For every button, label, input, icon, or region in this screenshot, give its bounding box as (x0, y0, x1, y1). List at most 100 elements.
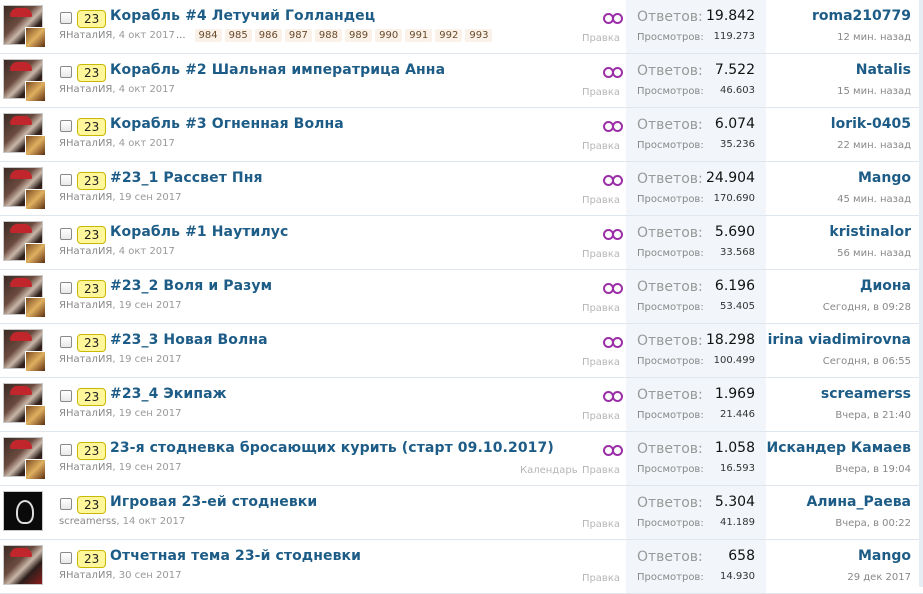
thread-checkbox[interactable] (60, 498, 72, 510)
last-poster-link[interactable]: Искандер Камаев (767, 440, 911, 456)
thread-title-link[interactable]: #23_4 Экипаж (110, 386, 227, 402)
edit-link[interactable]: Правка (582, 411, 620, 422)
edit-link[interactable]: Правка (582, 141, 620, 152)
thread-title-link[interactable]: 23-я стодневка бросающих курить (старт 0… (110, 440, 554, 456)
last-post-time-link[interactable]: Сегодня, в 06:55 (823, 356, 911, 367)
last-post-time-link[interactable]: Вчера, в 00:22 (835, 518, 911, 529)
last-poster-link[interactable]: Natalis (856, 62, 911, 78)
page-link[interactable]: 985 (224, 29, 252, 42)
last-poster-link[interactable]: Mango (858, 548, 911, 564)
thread-author-link[interactable]: ЯНаталИЯ (59, 138, 112, 149)
thread-title-link[interactable]: Корабль #2 Шальная императрица Анна (110, 62, 445, 78)
thread-title-link[interactable]: #23_3 Новая Волна (110, 332, 268, 348)
edit-link[interactable]: Правка (582, 519, 620, 530)
thread-prefix-badge[interactable]: 23 (77, 172, 107, 190)
page-link[interactable]: 989 (345, 29, 373, 42)
last-poster-avatar-image[interactable] (25, 27, 46, 48)
thread-title-link[interactable]: Корабль #4 Летучий Голландец (110, 8, 375, 24)
last-post-time-link[interactable]: 15 мин. назад (837, 86, 911, 97)
page-link[interactable]: 992 (435, 29, 463, 42)
thread-checkbox[interactable] (60, 552, 72, 564)
edit-link[interactable]: Правка (582, 249, 620, 260)
edit-link[interactable]: Правка (582, 33, 620, 44)
avatar[interactable] (3, 491, 45, 533)
thread-checkbox[interactable] (60, 174, 72, 186)
avatar[interactable] (3, 437, 46, 480)
thread-checkbox[interactable] (60, 336, 72, 348)
last-poster-avatar-image[interactable] (25, 135, 46, 156)
avatar[interactable] (3, 221, 46, 264)
avatar[interactable] (3, 545, 45, 587)
last-poster-avatar-image[interactable] (25, 189, 46, 210)
thread-author-link[interactable]: screamerss (59, 516, 116, 527)
last-poster-avatar-image[interactable] (25, 81, 46, 102)
last-post-time-link[interactable]: Вчера, в 21:40 (835, 410, 911, 421)
thread-checkbox[interactable] (60, 282, 72, 294)
avatar[interactable] (3, 275, 46, 318)
edit-link[interactable]: Правка (582, 87, 620, 98)
last-poster-avatar-image[interactable] (25, 297, 46, 318)
thread-checkbox[interactable] (60, 444, 72, 456)
thread-checkbox[interactable] (60, 390, 72, 402)
page-link[interactable]: 987 (284, 29, 312, 42)
avatar[interactable] (3, 59, 46, 102)
thread-author-link[interactable]: ЯНаталИЯ (59, 408, 112, 419)
last-poster-link[interactable]: lorik-0405 (831, 116, 911, 132)
last-post-time-link[interactable]: 45 мин. назад (837, 194, 911, 205)
page-link[interactable]: 986 (254, 29, 282, 42)
last-poster-avatar-image[interactable] (25, 243, 46, 264)
thread-title-link[interactable]: Корабль #3 Огненная Волна (110, 116, 344, 132)
author-avatar-image[interactable] (3, 545, 43, 585)
thread-prefix-badge[interactable]: 23 (77, 442, 107, 460)
thread-title-link[interactable]: #23_1 Рассвет Пня (110, 170, 263, 186)
thread-prefix-badge[interactable]: 23 (77, 226, 107, 244)
last-post-time-link[interactable]: 56 мин. назад (837, 248, 911, 259)
edit-link[interactable]: Правка (582, 465, 620, 476)
last-poster-avatar-image[interactable] (25, 459, 46, 480)
thread-author-link[interactable]: ЯНаталИЯ (59, 354, 112, 365)
thread-author-link[interactable]: ЯНаталИЯ (59, 84, 112, 95)
thread-checkbox[interactable] (60, 228, 72, 240)
last-poster-link[interactable]: roma210779 (812, 8, 911, 24)
last-post-time-link[interactable]: 29 дек 2017 (847, 572, 911, 583)
page-link[interactable]: 990 (375, 29, 403, 42)
last-poster-link[interactable]: irina viadimirovna (768, 332, 911, 348)
avatar[interactable] (3, 383, 46, 426)
scrollbar[interactable] (919, 0, 923, 587)
thread-checkbox[interactable] (60, 120, 72, 132)
last-poster-link[interactable]: Mango (858, 170, 911, 186)
page-link[interactable]: 988 (314, 29, 343, 42)
page-link[interactable]: 993 (465, 29, 493, 42)
author-avatar-image[interactable] (3, 491, 43, 531)
thread-prefix-badge[interactable]: 23 (77, 118, 107, 136)
thread-checkbox[interactable] (60, 66, 72, 78)
last-post-time-link[interactable]: Сегодня, в 09:28 (823, 302, 911, 313)
thread-author-link[interactable]: ЯНаталИЯ (59, 300, 112, 311)
last-poster-avatar-image[interactable] (25, 405, 46, 426)
page-link[interactable]: 991 (405, 29, 433, 42)
last-post-time-link[interactable]: Вчера, в 19:04 (835, 464, 911, 475)
thread-prefix-badge[interactable]: 23 (77, 64, 107, 82)
last-poster-link[interactable]: Алина_Раева (806, 494, 911, 510)
last-post-time-link[interactable]: 12 мин. назад (837, 32, 911, 43)
thread-author-link[interactable]: ЯНаталИЯ (59, 192, 112, 203)
thread-author-link[interactable]: ЯНаталИЯ (59, 462, 112, 473)
thread-title-link[interactable]: #23_2 Воля и Разум (110, 278, 272, 294)
thread-checkbox[interactable] (60, 12, 72, 24)
avatar[interactable] (3, 113, 46, 156)
thread-prefix-badge[interactable]: 23 (77, 496, 107, 514)
page-link[interactable]: 984 (194, 29, 222, 42)
last-poster-link[interactable]: Диона (860, 278, 911, 294)
edit-link[interactable]: Правка (582, 195, 620, 206)
thread-title-link[interactable]: Отчетная тема 23-й стодневки (110, 548, 361, 564)
last-poster-link[interactable]: kristinalor (829, 224, 911, 240)
last-post-time-link[interactable]: 22 мин. назад (837, 140, 911, 151)
avatar[interactable] (3, 167, 46, 210)
calendar-link[interactable]: Календарь (520, 465, 578, 476)
thread-author-link[interactable]: ЯНаталИЯ (59, 246, 112, 257)
avatar[interactable] (3, 5, 46, 48)
thread-prefix-badge[interactable]: 23 (77, 10, 107, 28)
thread-prefix-badge[interactable]: 23 (77, 280, 107, 298)
last-poster-link[interactable]: screamerss (821, 386, 911, 402)
avatar[interactable] (3, 329, 46, 372)
